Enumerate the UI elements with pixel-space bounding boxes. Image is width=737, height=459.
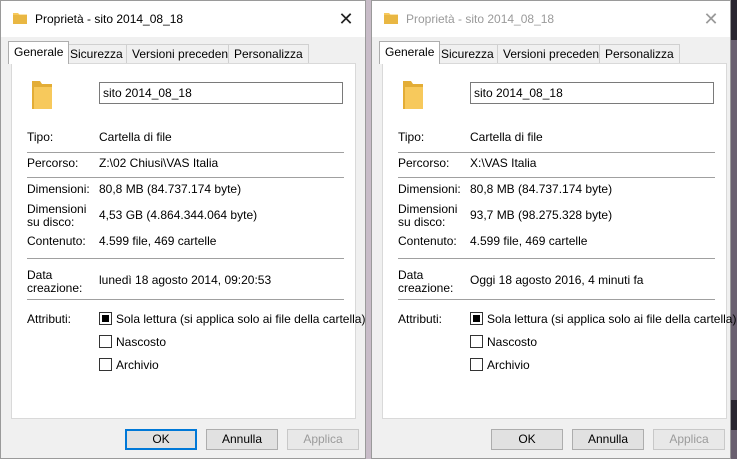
apply-button[interactable]: Applica <box>653 429 725 450</box>
title-bar[interactable]: Proprietà - sito 2014_08_18 ✕ <box>1 1 365 37</box>
tab-generale[interactable]: Generale <box>379 41 441 64</box>
readonly-checkbox-label[interactable]: Sola lettura (si applica solo ai file de… <box>487 313 736 325</box>
separator <box>398 152 715 153</box>
title-bar[interactable]: Proprietà - sito 2014_08_18 ✕ <box>372 1 730 37</box>
content-label: Contenuto: <box>398 234 457 248</box>
general-panel: sito 2014_08_18 Tipo: Cartella di file P… <box>382 63 736 419</box>
type-label: Tipo: <box>27 130 54 144</box>
hidden-checkbox-label[interactable]: Nascosto <box>116 336 166 348</box>
properties-window-right: Proprietà - sito 2014_08_18 ✕ Generale S… <box>371 0 736 459</box>
close-icon[interactable]: ✕ <box>335 9 357 29</box>
cancel-button[interactable]: Annulla <box>572 429 644 450</box>
disk-size-label-line2: su disco: <box>27 215 75 229</box>
tab-sicurezza[interactable]: Sicurezza <box>64 44 129 63</box>
separator <box>27 152 344 153</box>
type-value: Cartella di file <box>99 130 172 144</box>
ok-button[interactable]: OK <box>125 429 197 450</box>
readonly-checkbox[interactable] <box>99 312 112 325</box>
ok-button[interactable]: OK <box>491 429 563 450</box>
separator <box>27 258 344 259</box>
type-value: Cartella di file <box>470 130 543 144</box>
size-value: 80,8 MB (84.737.174 byte) <box>99 182 242 196</box>
window-title: Proprietà - sito 2014_08_18 <box>406 12 555 26</box>
close-icon[interactable]: ✕ <box>700 9 722 29</box>
created-label-line2: creazione: <box>398 281 454 295</box>
content-value: 4.599 file, 469 cartelle <box>99 234 217 248</box>
window-title: Proprietà - sito 2014_08_18 <box>35 12 184 26</box>
disk-size-label-line2: su disco: <box>398 215 446 229</box>
desktop-background-right <box>730 0 737 459</box>
content-value: 4.599 file, 469 cartelle <box>470 234 588 248</box>
created-value: Oggi 18 agosto 2016, 4 minuti fa <box>470 273 644 287</box>
size-label: Dimensioni: <box>27 182 90 196</box>
apply-button[interactable]: Applica <box>287 429 359 450</box>
separator <box>27 299 344 300</box>
disk-size-label-line1: Dimensioni <box>398 202 458 216</box>
tab-personalizza[interactable]: Personalizza <box>228 44 309 63</box>
content-label: Contenuto: <box>27 234 86 248</box>
type-label: Tipo: <box>398 130 425 144</box>
properties-window-left: Proprietà - sito 2014_08_18 ✕ Generale S… <box>0 0 366 459</box>
tab-versioni-precedenti[interactable]: Versioni precedenti <box>497 44 612 63</box>
tab-personalizza[interactable]: Personalizza <box>599 44 680 63</box>
general-panel: sito 2014_08_18 Tipo: Cartella di file P… <box>11 63 365 419</box>
attributes-label: Attributi: <box>27 312 72 326</box>
path-value: X:\VAS Italia <box>470 156 537 170</box>
hidden-checkbox[interactable] <box>99 335 112 348</box>
archive-checkbox[interactable] <box>99 358 112 371</box>
archive-checkbox-label[interactable]: Archivio <box>116 359 159 371</box>
path-label: Percorso: <box>27 156 79 170</box>
path-label: Percorso: <box>398 156 450 170</box>
separator <box>27 177 344 178</box>
readonly-checkbox[interactable] <box>470 312 483 325</box>
tab-generale[interactable]: Generale <box>8 41 70 64</box>
folder-icon <box>32 81 52 109</box>
archive-checkbox[interactable] <box>470 358 483 371</box>
cancel-button[interactable]: Annulla <box>206 429 278 450</box>
disk-size-label-line1: Dimensioni <box>27 202 87 216</box>
hidden-checkbox-label[interactable]: Nascosto <box>487 336 537 348</box>
path-value: Z:\02 Chiusi\VAS Italia <box>99 156 219 170</box>
attributes-label: Attributi: <box>398 312 443 326</box>
size-value: 80,8 MB (84.737.174 byte) <box>470 182 613 196</box>
separator <box>398 177 715 178</box>
created-label-line1: Data <box>398 268 424 282</box>
created-label-line1: Data <box>27 268 53 282</box>
archive-checkbox-label[interactable]: Archivio <box>487 359 530 371</box>
disk-size-value: 4,53 GB (4.864.344.064 byte) <box>99 208 258 222</box>
readonly-checkbox-label[interactable]: Sola lettura (si applica solo ai file de… <box>116 313 365 325</box>
hidden-checkbox[interactable] <box>470 335 483 348</box>
tab-sicurezza[interactable]: Sicurezza <box>435 44 500 63</box>
folder-icon <box>384 13 398 24</box>
separator <box>398 299 715 300</box>
created-value: lunedì 18 agosto 2014, 09:20:53 <box>99 273 272 287</box>
tab-versioni-precedenti[interactable]: Versioni precedenti <box>126 44 241 63</box>
separator <box>398 258 715 259</box>
folder-icon <box>13 13 27 24</box>
folder-name-input[interactable]: sito 2014_08_18 <box>99 82 343 104</box>
disk-size-value: 93,7 MB (98.275.328 byte) <box>470 208 613 222</box>
size-label: Dimensioni: <box>398 182 461 196</box>
created-label-line2: creazione: <box>27 281 83 295</box>
folder-icon <box>403 81 423 109</box>
folder-name-input[interactable]: sito 2014_08_18 <box>470 82 714 104</box>
